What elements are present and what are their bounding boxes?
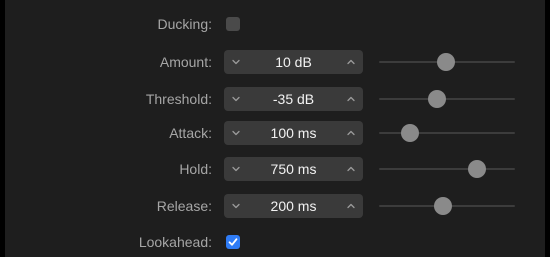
release-increment-button[interactable] [341, 194, 361, 218]
slider-track [379, 132, 515, 134]
release-decrement-button[interactable] [226, 194, 246, 218]
release-stepper[interactable]: 200 ms [224, 194, 363, 218]
chevron-up-icon [347, 59, 355, 65]
chevron-up-icon [347, 166, 355, 172]
chevron-down-icon [232, 166, 240, 172]
ducking-checkbox[interactable] [226, 17, 240, 31]
amount-label: Amount: [159, 54, 212, 70]
attack-increment-button[interactable] [341, 121, 361, 145]
release-slider[interactable] [379, 196, 515, 216]
threshold-decrement-button[interactable] [226, 87, 246, 111]
hold-label: Hold: [179, 161, 212, 177]
checkmark-icon [228, 238, 238, 246]
slider-thumb[interactable] [467, 160, 486, 178]
attack-value[interactable]: 100 ms [246, 124, 341, 142]
ducking-label: Ducking: [157, 16, 212, 32]
slider-track [379, 168, 515, 170]
threshold-stepper[interactable]: -35 dB [224, 87, 363, 111]
chevron-up-icon [347, 96, 355, 102]
slider-track [379, 98, 515, 100]
amount-increment-button[interactable] [341, 50, 361, 74]
attack-decrement-button[interactable] [226, 121, 246, 145]
chevron-down-icon [232, 203, 240, 209]
release-value[interactable]: 200 ms [246, 197, 341, 215]
lookahead-checkbox[interactable] [226, 235, 240, 249]
slider-thumb[interactable] [436, 53, 455, 71]
slider-thumb[interactable] [433, 197, 452, 215]
attack-stepper[interactable]: 100 ms [224, 121, 363, 145]
hold-slider[interactable] [379, 159, 515, 179]
ducking-settings-panel: Ducking: Amount: 10 dB Threshold: -35 dB… [5, 0, 545, 257]
chevron-up-icon [347, 203, 355, 209]
hold-increment-button[interactable] [341, 157, 361, 181]
attack-slider[interactable] [379, 123, 515, 143]
release-label: Release: [156, 198, 212, 214]
threshold-label: Threshold: [145, 91, 212, 107]
chevron-up-icon [347, 130, 355, 136]
hold-decrement-button[interactable] [226, 157, 246, 181]
attack-label: Attack: [169, 125, 212, 141]
chevron-down-icon [232, 59, 240, 65]
hold-stepper[interactable]: 750 ms [224, 157, 363, 181]
hold-value[interactable]: 750 ms [246, 160, 341, 178]
slider-thumb[interactable] [401, 124, 420, 142]
amount-stepper[interactable]: 10 dB [224, 50, 363, 74]
threshold-slider[interactable] [379, 89, 515, 109]
threshold-increment-button[interactable] [341, 87, 361, 111]
amount-decrement-button[interactable] [226, 50, 246, 74]
slider-thumb[interactable] [428, 90, 447, 108]
chevron-down-icon [232, 96, 240, 102]
amount-slider[interactable] [379, 52, 515, 72]
chevron-down-icon [232, 130, 240, 136]
threshold-value[interactable]: -35 dB [246, 90, 341, 108]
amount-value[interactable]: 10 dB [246, 53, 341, 71]
lookahead-label: Lookahead: [138, 234, 212, 250]
